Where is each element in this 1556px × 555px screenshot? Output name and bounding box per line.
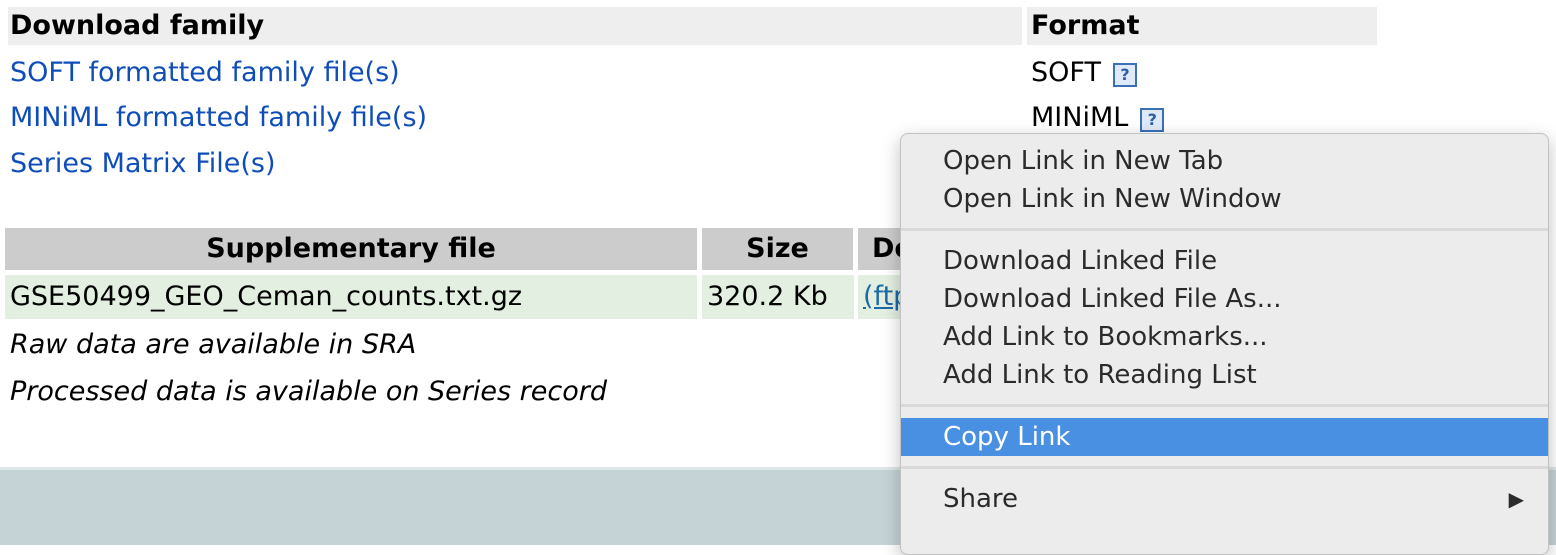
menu-item-open-new-tab[interactable]: Open Link in New Tab bbox=[901, 142, 1548, 180]
menu-item-copy-link[interactable]: Copy Link bbox=[901, 418, 1548, 456]
menu-separator bbox=[901, 404, 1548, 407]
format-cell-miniml: MINiML? bbox=[1031, 100, 1165, 136]
menu-item-share[interactable]: Share ▶ bbox=[901, 480, 1548, 518]
menu-item-download-linked-file[interactable]: Download Linked File bbox=[901, 242, 1548, 280]
format-header: Format bbox=[1027, 7, 1377, 45]
download-family-header: Download family bbox=[8, 7, 1022, 45]
supplementary-file-size: 320.2 Kb bbox=[702, 275, 854, 319]
size-header: Size bbox=[702, 228, 853, 270]
format-cell-soft: SOFT? bbox=[1031, 55, 1137, 91]
share-label: Share bbox=[943, 484, 1019, 514]
menu-separator bbox=[901, 228, 1548, 231]
miniml-family-link[interactable]: MINiML formatted family file(s) bbox=[10, 100, 427, 136]
menu-separator bbox=[901, 466, 1548, 469]
menu-item-add-reading-list[interactable]: Add Link to Reading List bbox=[901, 356, 1548, 394]
supplementary-file-name: GSE50499_GEO_Ceman_counts.txt.gz bbox=[5, 275, 697, 319]
supplementary-file-header: Supplementary file bbox=[5, 228, 697, 270]
series-matrix-link[interactable]: Series Matrix File(s) bbox=[10, 146, 276, 182]
menu-item-add-bookmarks[interactable]: Add Link to Bookmarks... bbox=[901, 318, 1548, 356]
help-icon[interactable]: ? bbox=[1140, 108, 1165, 132]
context-menu: Open Link in New Tab Open Link in New Wi… bbox=[900, 133, 1549, 555]
menu-item-download-linked-file-as[interactable]: Download Linked File As... bbox=[901, 280, 1548, 318]
menu-item-open-new-window[interactable]: Open Link in New Window bbox=[901, 180, 1548, 218]
soft-family-link[interactable]: SOFT formatted family file(s) bbox=[10, 55, 400, 91]
help-icon[interactable]: ? bbox=[1112, 63, 1137, 87]
submenu-arrow-icon: ▶ bbox=[1508, 487, 1524, 511]
raw-data-note: Raw data are available in SRA bbox=[10, 329, 417, 360]
processed-data-note: Processed data is available on Series re… bbox=[10, 376, 607, 407]
format-soft-label: SOFT bbox=[1031, 57, 1101, 88]
format-miniml-label: MINiML bbox=[1031, 102, 1129, 133]
